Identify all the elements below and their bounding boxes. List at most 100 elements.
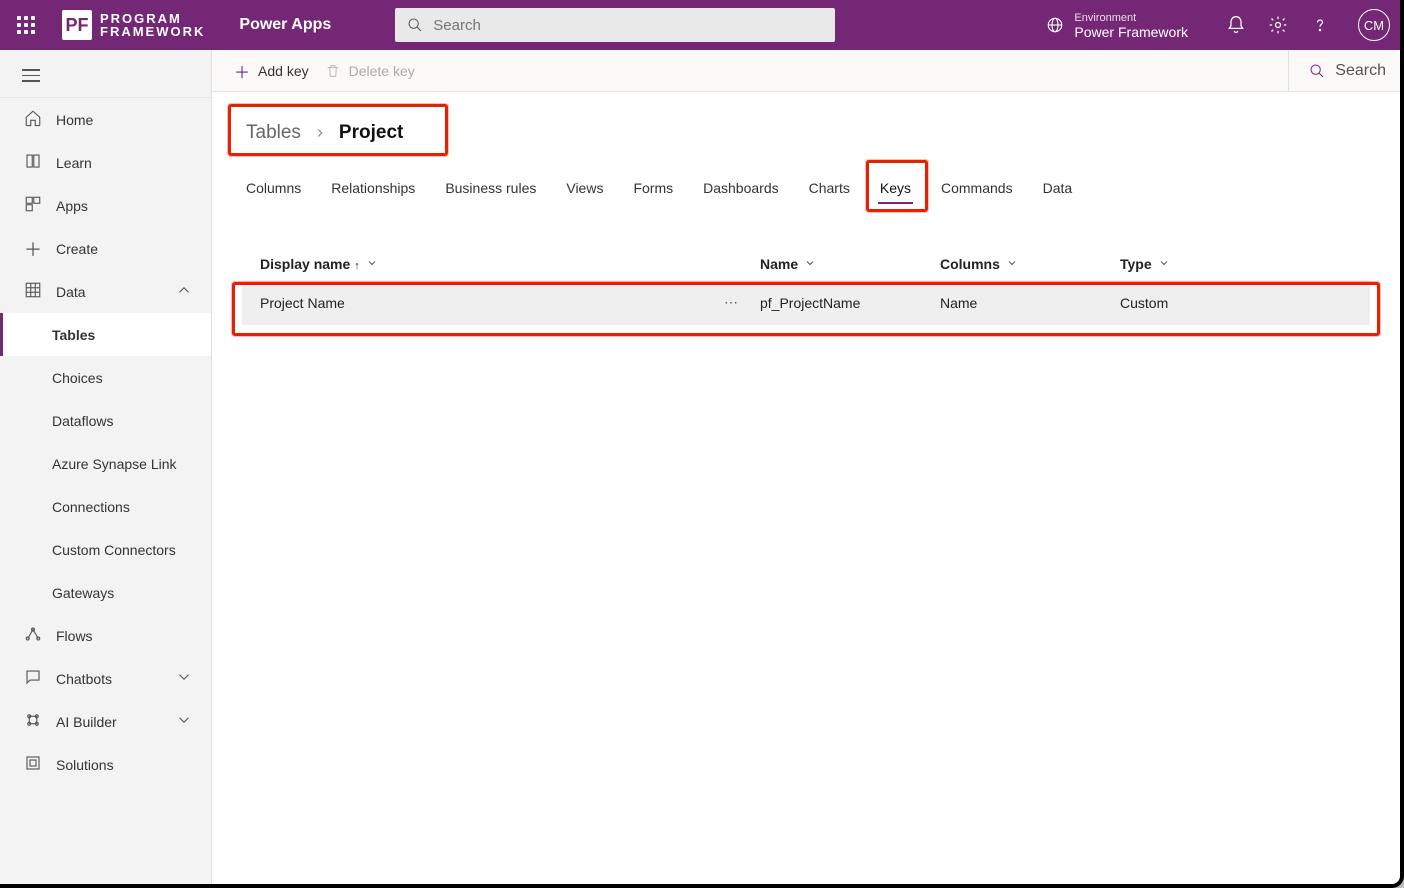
avatar[interactable]: CM (1358, 9, 1390, 41)
tab-commands[interactable]: Commands (939, 174, 1015, 202)
logo-mark: PF (62, 10, 92, 40)
tab-dashboards[interactable]: Dashboards (701, 174, 781, 202)
chat-icon (24, 668, 42, 689)
global-search-input[interactable] (433, 17, 823, 34)
tab-views[interactable]: Views (564, 174, 605, 202)
chevron-up-icon (175, 281, 193, 302)
sidebar-item-connections[interactable]: Connections (0, 485, 211, 528)
chevron-down-icon (366, 257, 378, 269)
sidebar-item-azure-synapse-link[interactable]: Azure Synapse Link (0, 442, 211, 485)
collapse-sidebar-button[interactable] (0, 54, 211, 98)
search-icon (1309, 63, 1325, 79)
help-icon[interactable] (1310, 15, 1330, 35)
sidebar-item-label: Connections (52, 499, 130, 515)
home-icon (24, 109, 42, 130)
sidebar-item-apps[interactable]: Apps (0, 184, 211, 227)
sidebar-item-flows[interactable]: Flows (0, 614, 211, 657)
sidebar-item-tables[interactable]: Tables (0, 313, 211, 356)
sidebar-item-label: Flows (56, 628, 93, 644)
cell-type: Custom (1120, 295, 1352, 311)
sidebar-item-gateways[interactable]: Gateways (0, 571, 211, 614)
sidebar-item-label: Create (56, 241, 98, 257)
sidebar-item-label: Apps (56, 198, 88, 214)
trash-icon (325, 63, 341, 79)
sidebar-item-home[interactable]: Home (0, 98, 211, 141)
cell-display-name: Project Name (260, 295, 345, 311)
tab-charts[interactable]: Charts (807, 174, 852, 202)
delete-key-button: Delete key (317, 57, 423, 85)
tab-keys[interactable]: Keys (878, 174, 913, 202)
chevron-down-icon (175, 711, 193, 732)
breadcrumb: Tables Project (236, 118, 413, 148)
flow-icon (24, 625, 42, 646)
logo: PF PROGRAM FRAMEWORK (62, 10, 205, 40)
app-launcher-icon[interactable] (10, 9, 42, 41)
tab-data[interactable]: Data (1041, 174, 1075, 202)
sidebar-item-label: AI Builder (56, 714, 117, 730)
table-header: Display name↑ Name Columns Type (242, 248, 1370, 280)
chevron-down-icon (804, 257, 816, 269)
ai-icon (24, 711, 42, 732)
breadcrumb-parent[interactable]: Tables (246, 122, 301, 144)
book-icon (24, 152, 42, 173)
sidebar-item-data[interactable]: Data (0, 270, 211, 313)
environment-name: Power Framework (1074, 25, 1188, 39)
main: ＋Add key Delete key Search Tables Projec… (212, 50, 1400, 884)
solution-icon (24, 754, 42, 775)
sidebar-item-label: Home (56, 112, 93, 128)
command-bar: ＋Add key Delete key Search (212, 50, 1400, 92)
table-row[interactable]: Project Name ⋯ pf_ProjectNameNameCustom (242, 280, 1370, 325)
sidebar-item-ai-builder[interactable]: AI Builder (0, 700, 211, 743)
tab-business-rules[interactable]: Business rules (443, 174, 538, 202)
sidebar-item-label: Gateways (52, 585, 114, 601)
global-search[interactable] (395, 8, 835, 42)
chevron-down-icon (175, 668, 193, 689)
sidebar-item-choices[interactable]: Choices (0, 356, 211, 399)
topbar: PF PROGRAM FRAMEWORK Power Apps Environm… (0, 0, 1400, 50)
col-type[interactable]: Type (1120, 256, 1352, 272)
sidebar-item-label: Custom Connectors (52, 542, 176, 558)
sidebar-item-solutions[interactable]: Solutions (0, 743, 211, 786)
breadcrumb-current: Project (339, 122, 403, 144)
col-display-name[interactable]: Display name↑ (260, 256, 760, 272)
delete-key-label: Delete key (349, 63, 415, 79)
tabs: Columns Relationships Business rules Views F… (236, 174, 1376, 202)
sidebar-item-chatbots[interactable]: Chatbots (0, 657, 211, 700)
col-columns[interactable]: Columns (940, 256, 1120, 272)
sidebar-item-label: Tables (52, 327, 95, 343)
sidebar-item-custom-connectors[interactable]: Custom Connectors (0, 528, 211, 571)
plus-icon: ＋ (24, 236, 42, 262)
sidebar-item-label: Azure Synapse Link (52, 456, 177, 472)
sidebar-item-learn[interactable]: Learn (0, 141, 211, 184)
add-key-button[interactable]: ＋Add key (226, 53, 317, 89)
environment-picker[interactable]: Environment Power Framework (1046, 11, 1188, 39)
tab-relationships[interactable]: Relationships (329, 174, 417, 202)
sidebar-item-label: Learn (56, 155, 92, 171)
sidebar-item-dataflows[interactable]: Dataflows (0, 399, 211, 442)
sidebar-item-label: Data (56, 284, 86, 300)
grid-icon (24, 281, 42, 302)
cell-columns: Name (940, 295, 1120, 311)
sidebar: Home Learn Apps ＋ Create Data Tables Choices Dat… (0, 50, 212, 884)
sidebar-item-label: Solutions (56, 757, 114, 773)
sidebar-item-label: Dataflows (52, 413, 113, 429)
search-icon (407, 17, 423, 33)
tab-forms[interactable]: Forms (631, 174, 675, 202)
chevron-down-icon (1006, 257, 1018, 269)
gear-icon[interactable] (1268, 15, 1288, 35)
commandbar-search-label: Search (1335, 62, 1386, 80)
sidebar-item-label: Choices (52, 370, 103, 386)
bell-icon[interactable] (1226, 15, 1246, 35)
cell-name: pf_ProjectName (760, 295, 940, 311)
apps-icon (24, 195, 42, 216)
commandbar-search[interactable]: Search (1288, 50, 1386, 91)
sidebar-item-label: Chatbots (56, 671, 112, 687)
sidebar-item-create[interactable]: ＋ Create (0, 227, 211, 270)
add-key-label: Add key (258, 63, 309, 79)
tab-columns[interactable]: Columns (244, 174, 303, 202)
row-more-icon[interactable]: ⋯ (724, 294, 740, 311)
chevron-right-icon (313, 126, 327, 140)
col-name[interactable]: Name (760, 256, 940, 272)
logo-text-2: FRAMEWORK (100, 25, 205, 38)
environment-label: Environment (1074, 11, 1188, 25)
